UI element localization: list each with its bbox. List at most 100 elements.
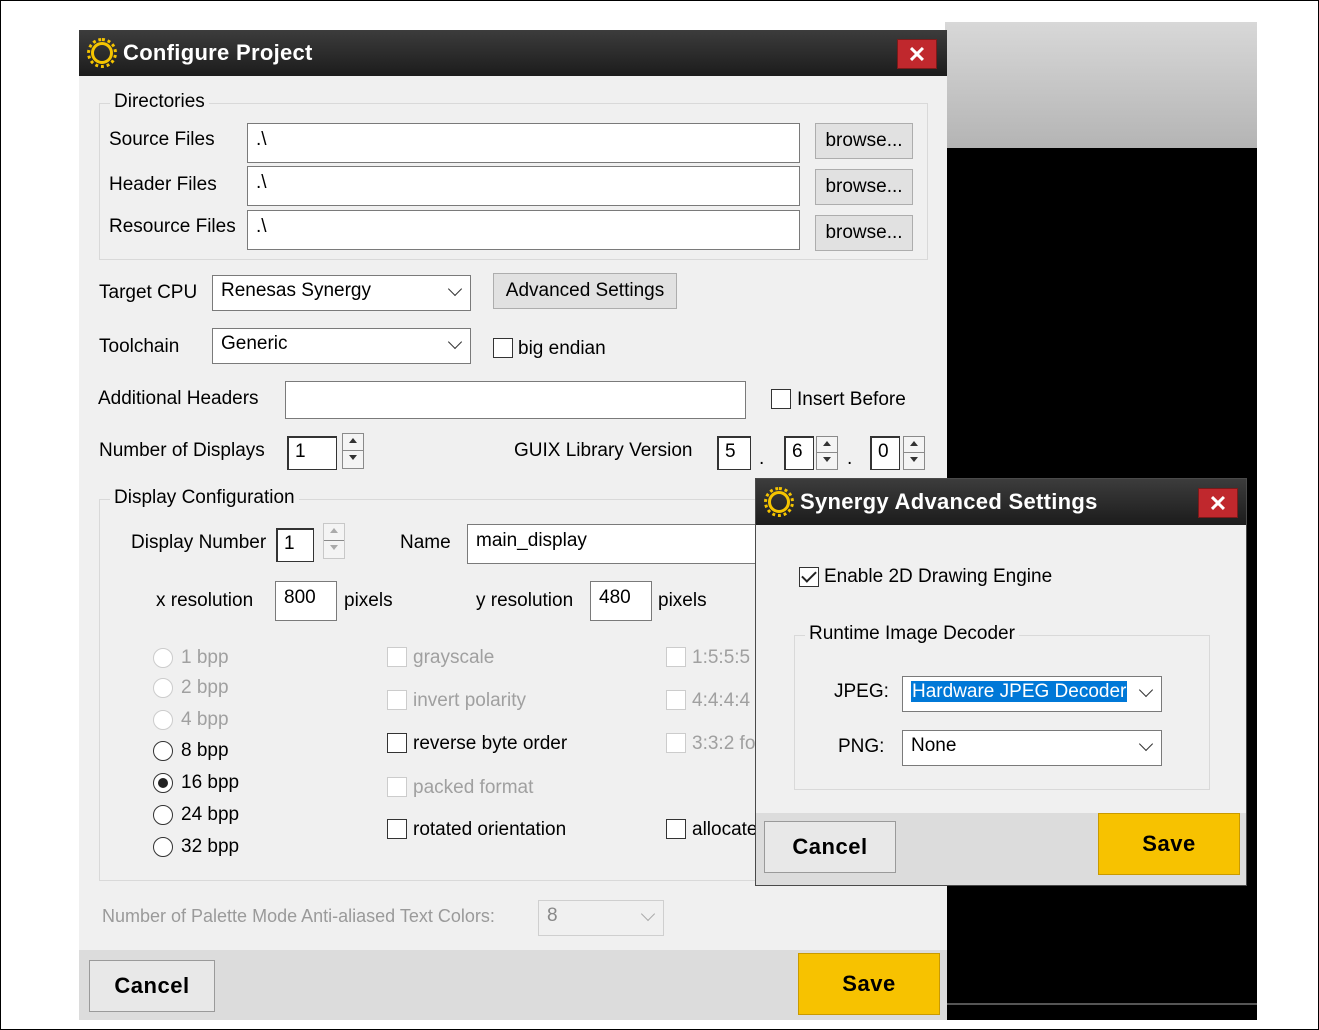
- save-button[interactable]: Save: [798, 953, 940, 1015]
- toolchain-value: Generic: [221, 333, 288, 354]
- allocate-checkbox[interactable]: [666, 819, 686, 839]
- display-number-input[interactable]: 1: [276, 528, 314, 562]
- close-button[interactable]: ✕: [1198, 488, 1238, 518]
- y-resolution-unit: pixels: [658, 590, 707, 611]
- guix-version-major-input[interactable]: 5: [717, 436, 751, 470]
- guix-version-minor-input[interactable]: 6: [784, 436, 814, 470]
- resource-files-browse-button[interactable]: browse...: [815, 215, 913, 251]
- enable-2d-checkbox[interactable]: [799, 567, 819, 587]
- radio-32bpp-label: 32 bpp: [181, 836, 240, 857]
- guix-version-patch-spinner[interactable]: [903, 436, 925, 470]
- png-decoder-select[interactable]: None: [902, 730, 1162, 766]
- directories-legend: Directories: [110, 91, 209, 113]
- format-1555-label: 1:5:5:5: [692, 647, 751, 668]
- source-files-input[interactable]: .\: [247, 123, 800, 163]
- guix-version-patch-input[interactable]: 0: [870, 436, 900, 470]
- spin-up-icon[interactable]: [324, 524, 344, 541]
- radio-1bpp[interactable]: [153, 648, 173, 668]
- format-4444-checkbox[interactable]: [666, 690, 686, 710]
- version-separator: .: [847, 448, 853, 469]
- x-resolution-input[interactable]: 800: [275, 581, 337, 621]
- background-window-toolbar: [945, 22, 1257, 148]
- rotated-orientation-checkbox[interactable]: [387, 819, 407, 839]
- display-number-label: Display Number: [131, 532, 267, 553]
- invert-polarity-label: invert polarity: [413, 690, 526, 711]
- number-of-displays-label: Number of Displays: [99, 440, 265, 461]
- invert-polarity-checkbox[interactable]: [387, 690, 407, 710]
- radio-4bpp[interactable]: [153, 710, 173, 730]
- png-decoder-value: None: [911, 735, 957, 756]
- spin-down-icon[interactable]: [343, 451, 363, 468]
- spin-down-icon[interactable]: [324, 541, 344, 558]
- y-resolution-label: y resolution: [476, 590, 574, 611]
- radio-8bpp[interactable]: [153, 741, 173, 761]
- display-name-input[interactable]: main_display: [467, 524, 767, 564]
- source-files-label: Source Files: [109, 129, 215, 150]
- cancel-button[interactable]: Cancel: [764, 821, 896, 873]
- close-icon: ✕: [907, 42, 927, 67]
- spin-down-icon[interactable]: [817, 453, 837, 469]
- runtime-image-decoder-legend: Runtime Image Decoder: [805, 623, 1019, 645]
- number-of-displays-input[interactable]: 1: [287, 436, 337, 470]
- rotated-orientation-label: rotated orientation: [413, 819, 567, 840]
- save-button[interactable]: Save: [1098, 813, 1240, 875]
- header-files-browse-button[interactable]: browse...: [815, 169, 913, 205]
- header-files-input[interactable]: .\: [247, 166, 800, 206]
- resource-files-input[interactable]: .\: [247, 210, 800, 250]
- reverse-byte-order-checkbox[interactable]: [387, 733, 407, 753]
- toolchain-select[interactable]: Generic: [212, 328, 471, 364]
- radio-24bpp[interactable]: [153, 805, 173, 825]
- background-divider: [945, 1003, 1257, 1005]
- close-button[interactable]: ✕: [897, 39, 937, 69]
- format-1555-checkbox[interactable]: [666, 647, 686, 667]
- checkmark-icon: [801, 567, 817, 583]
- png-label: PNG:: [838, 736, 885, 757]
- advanced-settings-button[interactable]: Advanced Settings: [493, 273, 677, 309]
- radio-2bpp-label: 2 bpp: [181, 677, 229, 698]
- big-endian-label: big endian: [518, 338, 606, 359]
- target-cpu-label: Target CPU: [99, 282, 198, 303]
- header-files-label: Header Files: [109, 174, 217, 195]
- grayscale-checkbox[interactable]: [387, 647, 407, 667]
- palette-colors-label: Number of Palette Mode Anti-aliased Text…: [102, 906, 495, 926]
- allocate-label: allocate: [692, 819, 758, 840]
- dialog-titlebar[interactable]: Configure Project ✕: [79, 30, 947, 76]
- spin-up-icon[interactable]: [817, 437, 837, 453]
- y-resolution-input[interactable]: 480: [590, 581, 652, 621]
- radio-4bpp-label: 4 bpp: [181, 709, 229, 730]
- display-number-spinner[interactable]: [323, 523, 345, 559]
- chevron-down-icon: [447, 281, 463, 297]
- guix-version-label: GUIX Library Version: [514, 440, 693, 461]
- palette-colors-select[interactable]: 8: [538, 900, 664, 936]
- synergy-advanced-settings-dialog: Synergy Advanced Settings ✕ Enable 2D Dr…: [755, 478, 1247, 886]
- cancel-button[interactable]: Cancel: [89, 960, 215, 1012]
- version-separator: .: [759, 448, 765, 469]
- source-files-browse-button[interactable]: browse...: [815, 123, 913, 159]
- radio-16bpp[interactable]: [153, 773, 173, 793]
- radio-2bpp[interactable]: [153, 678, 173, 698]
- insert-before-checkbox[interactable]: [771, 389, 791, 409]
- packed-format-checkbox[interactable]: [387, 777, 407, 797]
- reverse-byte-order-label: reverse byte order: [413, 733, 568, 754]
- dialog-title: Configure Project: [123, 40, 313, 65]
- spin-down-icon[interactable]: [904, 453, 924, 469]
- x-resolution-unit: pixels: [344, 590, 393, 611]
- jpeg-label: JPEG:: [834, 681, 889, 702]
- dialog-titlebar[interactable]: Synergy Advanced Settings ✕: [756, 479, 1246, 525]
- close-icon: ✕: [1208, 491, 1228, 516]
- format-332-checkbox[interactable]: [666, 733, 686, 753]
- target-cpu-select[interactable]: Renesas Synergy: [212, 275, 471, 311]
- jpeg-decoder-select[interactable]: Hardware JPEG Decoder: [902, 676, 1162, 712]
- spin-up-icon[interactable]: [904, 437, 924, 453]
- chevron-down-icon: [1138, 736, 1154, 752]
- number-of-displays-spinner[interactable]: [342, 433, 364, 469]
- spin-up-icon[interactable]: [343, 434, 363, 451]
- insert-before-label: Insert Before: [797, 389, 906, 410]
- format-4444-label: 4:4:4:4: [692, 690, 751, 711]
- additional-headers-input[interactable]: [285, 381, 746, 419]
- radio-32bpp[interactable]: [153, 837, 173, 857]
- radio-24bpp-label: 24 bpp: [181, 804, 240, 825]
- chevron-down-icon: [447, 334, 463, 350]
- big-endian-checkbox[interactable]: [493, 338, 513, 358]
- guix-version-minor-spinner[interactable]: [816, 436, 838, 470]
